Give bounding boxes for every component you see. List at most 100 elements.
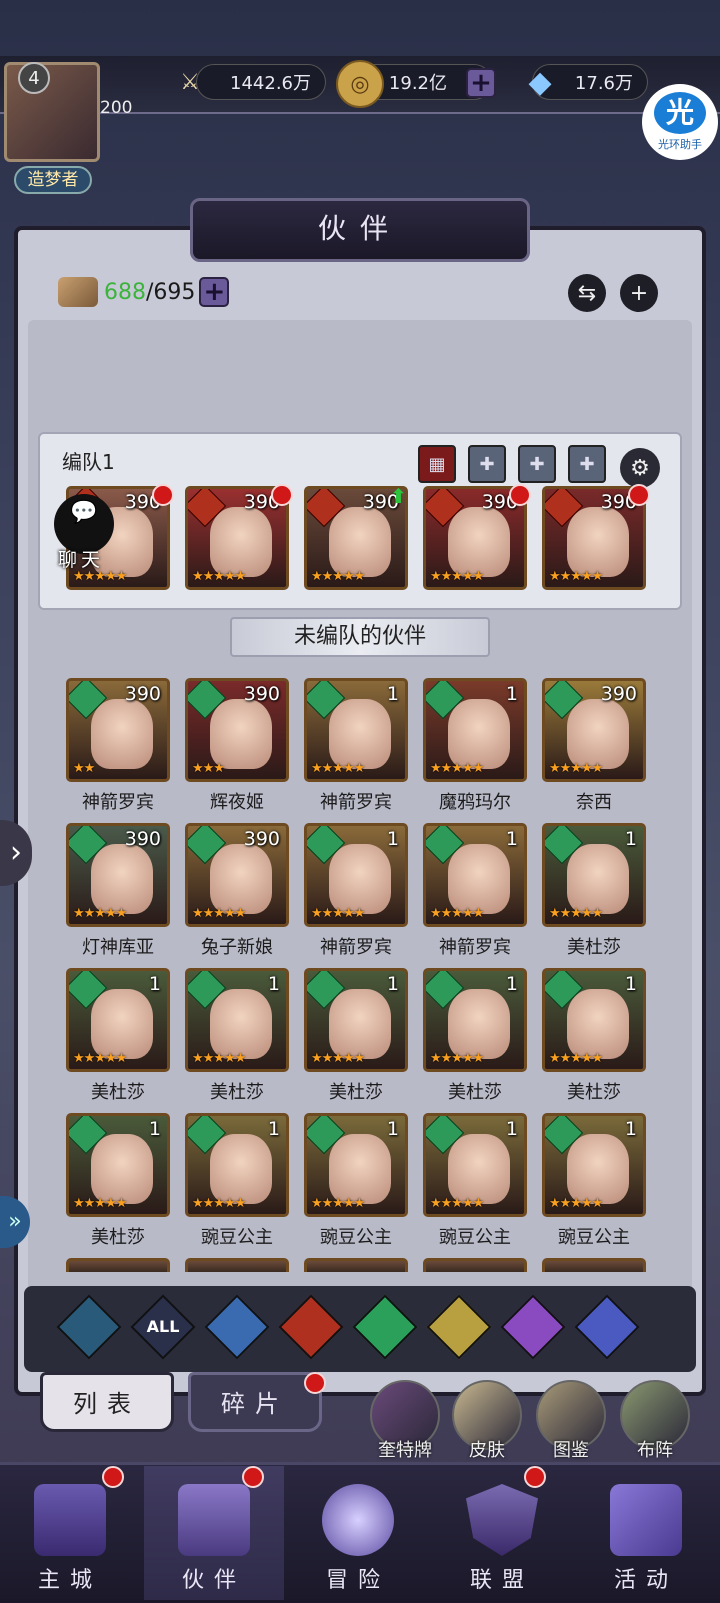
- tab-list[interactable]: 列表: [40, 1372, 174, 1432]
- filter-all-label: ALL: [146, 1317, 180, 1336]
- add-gold-button[interactable]: +: [466, 68, 496, 98]
- partner-level: 1: [386, 973, 399, 995]
- partner-card[interactable]: 1 ★★★★★: [423, 968, 527, 1072]
- team-slot-4-icon[interactable]: ✚: [568, 445, 606, 483]
- partner-stars: ★★★★★: [192, 906, 246, 921]
- partner-level: 1: [505, 1118, 518, 1140]
- partner-card[interactable]: 1 ★★★★★: [185, 968, 289, 1072]
- partner-card[interactable]: 1 ★★★★★: [423, 823, 527, 927]
- add-button[interactable]: +: [620, 274, 658, 312]
- upgrade-arrow-icon: ⬆: [390, 484, 407, 508]
- partner-card[interactable]: 1 ★★★★★: [185, 1113, 289, 1217]
- partner-name: 美杜莎: [210, 1082, 264, 1103]
- member-stars: ★★★★★: [549, 569, 603, 584]
- team-settings-gear-icon[interactable]: ⚙: [620, 448, 660, 488]
- castle-icon: [34, 1484, 106, 1556]
- partner-name: 奈西: [576, 792, 612, 813]
- partners-icon: [58, 277, 98, 307]
- nav-city-label: 主城: [37, 1568, 102, 1593]
- portrait: [91, 844, 153, 914]
- member-stars: ★★★★★: [311, 569, 365, 584]
- portrait: [567, 844, 629, 914]
- portrait: [210, 844, 272, 914]
- tab-fragments[interactable]: 碎片: [188, 1372, 322, 1432]
- partner-level: 1: [386, 683, 399, 705]
- team-slot-1-icon[interactable]: ▦: [418, 445, 456, 483]
- nav-alliance-label: 联盟: [469, 1568, 534, 1593]
- notification-dot: [628, 484, 650, 506]
- portrait: [567, 1134, 629, 1204]
- member-stars: ★★★★★: [192, 569, 246, 584]
- partner-name: 美杜莎: [567, 1082, 621, 1103]
- partner-card-partial[interactable]: [304, 1258, 408, 1272]
- portrait: [448, 844, 510, 914]
- alliance-notification-dot: [524, 1466, 546, 1488]
- partner-card[interactable]: 390 ★★★★★: [542, 678, 646, 782]
- partner-card-partial[interactable]: [185, 1258, 289, 1272]
- expand-capacity-button[interactable]: +: [199, 277, 230, 307]
- adventure-emblem-icon: [322, 1484, 394, 1556]
- portrait: [329, 989, 391, 1059]
- nav-events-label: 活动: [613, 1568, 678, 1593]
- partner-level: 390: [124, 683, 161, 705]
- helper-assistant-button[interactable]: 光 光环助手: [642, 84, 718, 160]
- nav-adventure[interactable]: 冒险: [288, 1466, 428, 1600]
- partner-card[interactable]: 390 ★★★: [185, 678, 289, 782]
- partner-stars: ★★★★★: [311, 906, 365, 921]
- partner-card[interactable]: 1 ★★★★★: [304, 1113, 408, 1217]
- portrait: [329, 844, 391, 914]
- witch-hat-icon: [178, 1484, 250, 1556]
- partner-card-partial[interactable]: [542, 1258, 646, 1272]
- team-slot-2-icon[interactable]: ✚: [468, 445, 506, 483]
- team-slot-3-icon[interactable]: ✚: [518, 445, 556, 483]
- partner-card[interactable]: 1 ★★★★★: [542, 1113, 646, 1217]
- partner-name: 美杜莎: [448, 1082, 502, 1103]
- partner-stars: ★★★★★: [430, 1196, 484, 1211]
- capacity-current: 688: [104, 279, 146, 305]
- partner-card-partial[interactable]: [66, 1258, 170, 1272]
- capacity-separator: /: [146, 279, 154, 305]
- partner-card[interactable]: 390 ★★: [66, 678, 170, 782]
- partner-card[interactable]: 1 ★★★★★: [304, 823, 408, 927]
- partner-card[interactable]: 1 ★★★★★: [304, 678, 408, 782]
- nav-alliance[interactable]: 联盟: [432, 1466, 572, 1600]
- partners-notification-dot: [242, 1466, 264, 1488]
- partner-card[interactable]: 1 ★★★★★: [66, 1113, 170, 1217]
- partner-card[interactable]: 390 ★★★★★: [66, 823, 170, 927]
- partner-card[interactable]: 1 ★★★★★: [66, 968, 170, 1072]
- nav-events[interactable]: 活动: [576, 1466, 716, 1600]
- chat-bubble-icon: 💬: [70, 500, 98, 525]
- partner-capacity: 688/695 +: [58, 272, 230, 312]
- partner-name: 豌豆公主: [558, 1227, 630, 1248]
- shield-icon: [466, 1484, 538, 1556]
- partner-card[interactable]: 1 ★★★★★: [423, 1113, 527, 1217]
- fragments-notification-dot: [304, 1372, 326, 1394]
- page-title: 伙伴: [190, 198, 530, 262]
- partner-level: 1: [386, 1118, 399, 1140]
- notification-dot: [152, 484, 174, 506]
- portrait: [210, 1134, 272, 1204]
- city-notification-dot: [102, 1466, 124, 1488]
- partner-card[interactable]: 1 ★★★★★: [542, 968, 646, 1072]
- card-deck-button[interactable]: 奎特牌: [370, 1380, 440, 1461]
- helper-logo-glyph: 光: [654, 92, 706, 134]
- partner-name: 魔鸦玛尔: [439, 792, 511, 813]
- skins-button[interactable]: 皮肤: [452, 1380, 522, 1461]
- portrait: [91, 699, 153, 769]
- portrait: [567, 507, 629, 577]
- codex-button[interactable]: 图鉴: [536, 1380, 606, 1461]
- swap-button[interactable]: ⇆: [568, 274, 606, 312]
- portrait: [448, 1134, 510, 1204]
- formation-button[interactable]: 布阵: [620, 1380, 690, 1461]
- partner-card[interactable]: 1 ★★★★★: [542, 823, 646, 927]
- partner-stars: ★★★★★: [430, 761, 484, 776]
- notification-dot: [509, 484, 531, 506]
- portrait: [210, 989, 272, 1059]
- nav-partners[interactable]: 伙伴: [144, 1466, 284, 1600]
- partner-stars: ★★★★★: [311, 1196, 365, 1211]
- partner-card-partial[interactable]: [423, 1258, 527, 1272]
- partner-card[interactable]: 1 ★★★★★: [304, 968, 408, 1072]
- partner-level: 1: [148, 973, 161, 995]
- partner-card[interactable]: 390 ★★★★★: [185, 823, 289, 927]
- partner-card[interactable]: 1 ★★★★★: [423, 678, 527, 782]
